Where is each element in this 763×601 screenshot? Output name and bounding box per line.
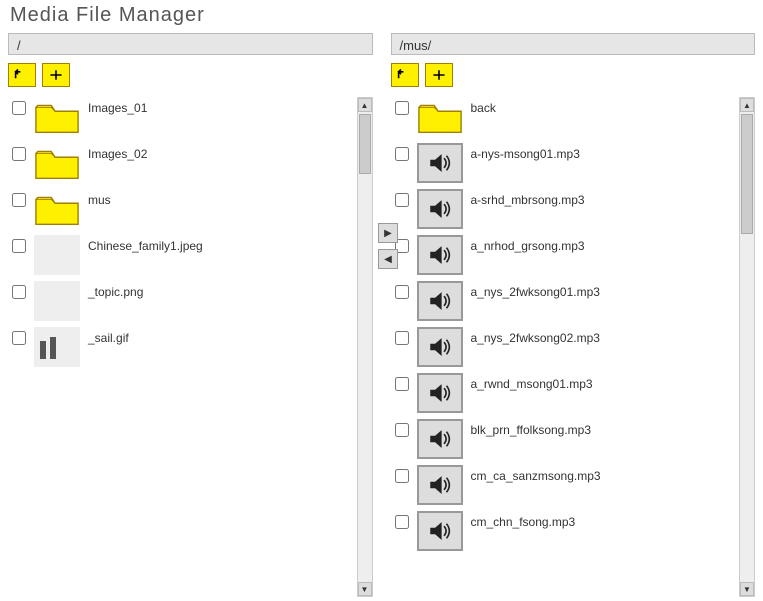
item-checkbox[interactable]: [12, 101, 26, 115]
scroll-up-icon[interactable]: ▲: [358, 98, 372, 112]
item-label: Images_02: [88, 143, 147, 161]
move-right-button[interactable]: ▶: [378, 223, 398, 243]
scroll-thumb[interactable]: [359, 114, 371, 174]
item-label: back: [471, 97, 496, 115]
left-add-button[interactable]: [42, 63, 70, 87]
item-label: _topic.png: [88, 281, 143, 299]
item-label: a_rwnd_msong01.mp3: [471, 373, 593, 391]
image-thumbnail[interactable]: [34, 235, 80, 275]
right-file-list[interactable]: back a-nys-msong01.mp3 a-srhd_mbrsong.mp3a…: [391, 97, 756, 597]
item-checkbox[interactable]: [395, 193, 409, 207]
audio-icon[interactable]: [417, 373, 463, 413]
item-label: a_nrhod_grsong.mp3: [471, 235, 585, 253]
left-scrollbar[interactable]: ▲ ▼: [357, 97, 373, 597]
item-label: a_nys_2fwksong01.mp3: [471, 281, 600, 299]
list-item[interactable]: _topic.png: [8, 281, 355, 321]
item-label: a_nys_2fwksong02.mp3: [471, 327, 600, 345]
audio-icon[interactable]: [417, 143, 463, 183]
scroll-down-icon[interactable]: ▼: [740, 582, 754, 596]
list-item[interactable]: cm_ca_sanzmsong.mp3: [391, 465, 738, 505]
scroll-down-icon[interactable]: ▼: [358, 582, 372, 596]
list-item[interactable]: a_rwnd_msong01.mp3: [391, 373, 738, 413]
item-checkbox[interactable]: [395, 377, 409, 391]
scroll-up-icon[interactable]: ▲: [740, 98, 754, 112]
list-item[interactable]: cm_chn_fsong.mp3: [391, 511, 738, 551]
item-label: Images_01: [88, 97, 147, 115]
left-path-bar[interactable]: /: [8, 33, 373, 55]
item-checkbox[interactable]: [395, 147, 409, 161]
list-item[interactable]: a_nys_2fwksong02.mp3: [391, 327, 738, 367]
transfer-controls: ▶ ◀: [378, 223, 398, 269]
item-checkbox[interactable]: [395, 331, 409, 345]
audio-icon[interactable]: [417, 189, 463, 229]
right-scrollbar[interactable]: ▲ ▼: [739, 97, 755, 597]
item-checkbox[interactable]: [395, 101, 409, 115]
folder-icon[interactable]: [34, 189, 80, 229]
right-path-bar[interactable]: /mus/: [391, 33, 756, 55]
folder-icon[interactable]: [34, 97, 80, 137]
item-checkbox[interactable]: [395, 423, 409, 437]
left-panel: / Images_01 Images_02mus Chinese_family1.j…: [8, 33, 373, 597]
list-item[interactable]: a_nrhod_grsong.mp3: [391, 235, 738, 275]
item-checkbox[interactable]: [395, 285, 409, 299]
folder-icon[interactable]: [417, 97, 463, 137]
image-thumbnail[interactable]: [34, 327, 80, 367]
right-add-button[interactable]: [425, 63, 453, 87]
list-item[interactable]: blk_prn_ffolksong.mp3: [391, 419, 738, 459]
list-item[interactable]: back: [391, 97, 738, 137]
item-label: Chinese_family1.jpeg: [88, 235, 203, 253]
plus-icon: [429, 67, 449, 83]
plus-icon: [46, 67, 66, 83]
list-item[interactable]: _sail.gif: [8, 327, 355, 367]
audio-icon[interactable]: [417, 327, 463, 367]
audio-icon[interactable]: [417, 235, 463, 275]
audio-icon[interactable]: [417, 511, 463, 551]
right-panel: /mus/ back a-nys-msong01.mp3 a-srhd_mbrson…: [391, 33, 756, 597]
up-arrow-icon: [395, 67, 415, 83]
list-item[interactable]: Images_01: [8, 97, 355, 137]
list-item[interactable]: a-nys-msong01.mp3: [391, 143, 738, 183]
list-item[interactable]: Images_02: [8, 143, 355, 183]
item-checkbox[interactable]: [12, 285, 26, 299]
audio-icon[interactable]: [417, 419, 463, 459]
item-label: a-srhd_mbrsong.mp3: [471, 189, 585, 207]
left-up-button[interactable]: [8, 63, 36, 87]
scroll-thumb[interactable]: [741, 114, 753, 234]
up-arrow-icon: [12, 67, 32, 83]
item-checkbox[interactable]: [395, 469, 409, 483]
item-checkbox[interactable]: [12, 147, 26, 161]
item-checkbox[interactable]: [12, 239, 26, 253]
list-item[interactable]: mus: [8, 189, 355, 229]
list-item[interactable]: a_nys_2fwksong01.mp3: [391, 281, 738, 321]
item-label: mus: [88, 189, 111, 207]
right-up-button[interactable]: [391, 63, 419, 87]
item-checkbox[interactable]: [12, 331, 26, 345]
item-checkbox[interactable]: [12, 193, 26, 207]
item-label: cm_ca_sanzmsong.mp3: [471, 465, 601, 483]
list-item[interactable]: a-srhd_mbrsong.mp3: [391, 189, 738, 229]
app-title: Media File Manager: [10, 4, 755, 27]
audio-icon[interactable]: [417, 281, 463, 321]
list-item[interactable]: Chinese_family1.jpeg: [8, 235, 355, 275]
item-label: a-nys-msong01.mp3: [471, 143, 580, 161]
move-left-button[interactable]: ◀: [378, 249, 398, 269]
audio-icon[interactable]: [417, 465, 463, 505]
left-file-list[interactable]: Images_01 Images_02mus Chinese_family1.jpe…: [8, 97, 373, 597]
item-label: _sail.gif: [88, 327, 129, 345]
folder-icon[interactable]: [34, 143, 80, 183]
item-label: cm_chn_fsong.mp3: [471, 511, 576, 529]
item-checkbox[interactable]: [395, 515, 409, 529]
item-label: blk_prn_ffolksong.mp3: [471, 419, 592, 437]
image-thumbnail[interactable]: [34, 281, 80, 321]
